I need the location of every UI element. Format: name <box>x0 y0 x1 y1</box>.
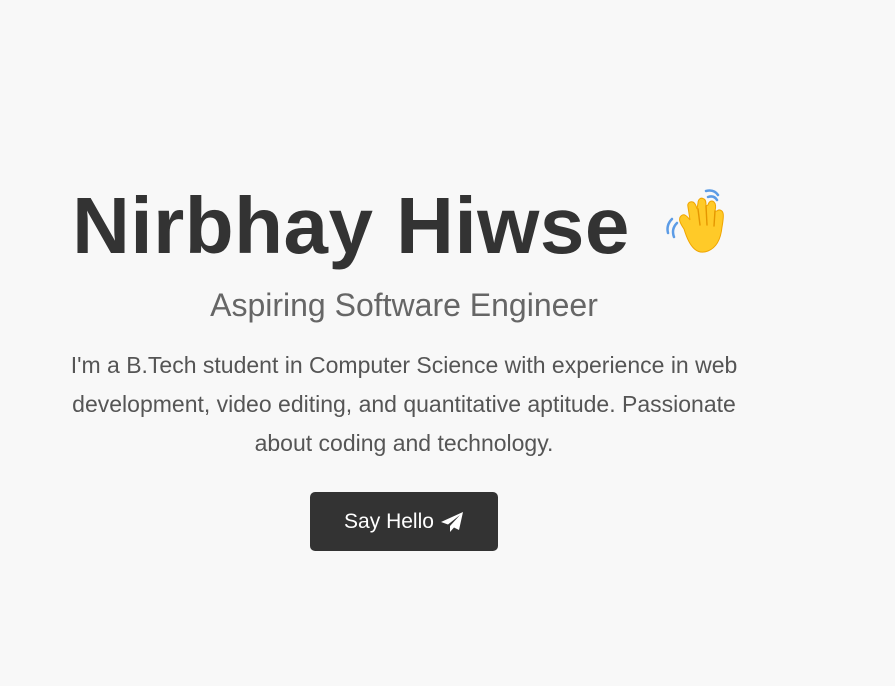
subtitle: Aspiring Software Engineer <box>210 287 598 323</box>
name-row: Nirbhay Hiwse <box>0 176 808 276</box>
page: Nirbhay Hiwse Aspiring Software Engineer… <box>0 0 895 686</box>
bio-text: I'm a B.Tech student in Computer Science… <box>70 352 738 456</box>
page-title: Nirbhay Hiwse <box>72 181 630 270</box>
paper-plane-icon <box>440 511 464 533</box>
waving-hand-icon <box>662 185 736 259</box>
say-hello-label: Say Hello <box>344 509 434 533</box>
say-hello-button[interactable]: Say Hello <box>310 492 498 551</box>
